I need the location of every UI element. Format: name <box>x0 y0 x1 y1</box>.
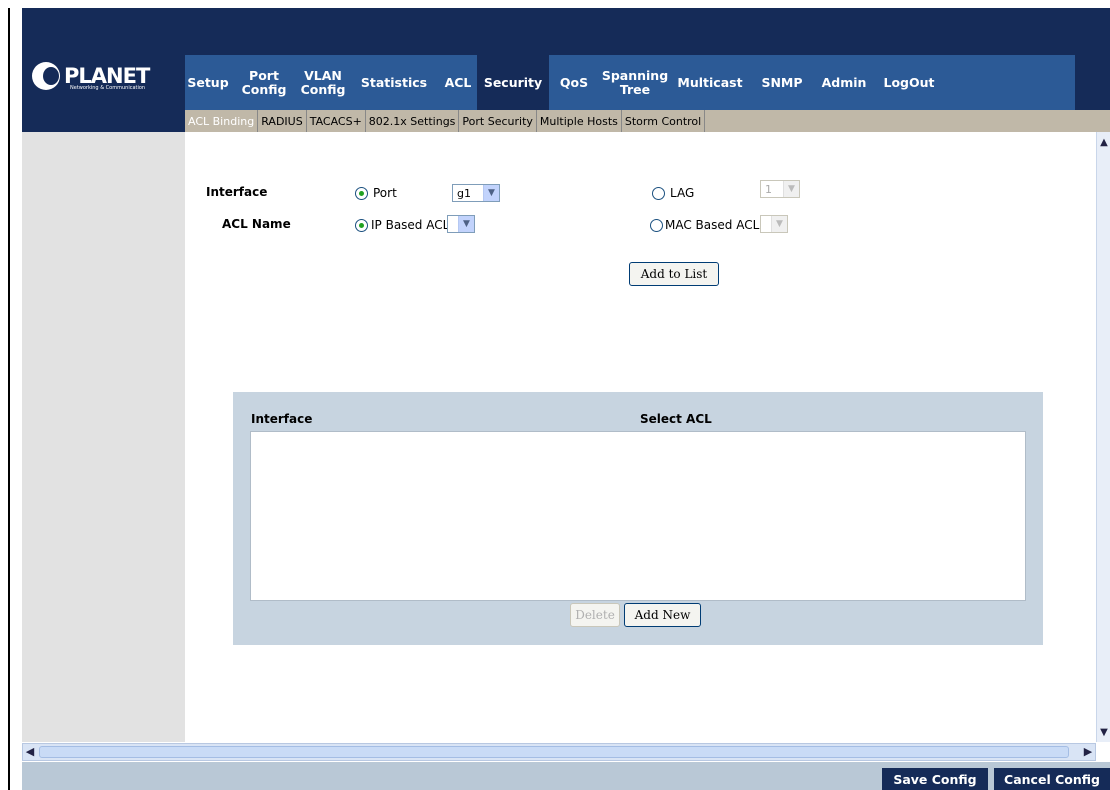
chevron-down-icon: ▼ <box>771 216 787 232</box>
lag-radio[interactable] <box>652 187 665 200</box>
window-edge <box>8 8 10 790</box>
column-header-select-acl: Select ACL <box>640 412 712 426</box>
sub-nav: ACL Binding RADIUS TACACS+ 802.1x Settings P… <box>185 110 1110 132</box>
subtab-802-1x-settings[interactable]: 802.1x Settings <box>366 110 460 132</box>
lag-radio-label: LAG <box>670 186 695 200</box>
brand-name: PLANET <box>64 64 150 88</box>
horizontal-scrollbar[interactable]: ◀ ▶ <box>22 743 1096 761</box>
nav-tab-vlan-config[interactable]: VLAN Config <box>297 55 349 110</box>
subtab-multiple-hosts[interactable]: Multiple Hosts <box>537 110 622 132</box>
subtab-port-security[interactable]: Port Security <box>459 110 537 132</box>
add-new-button[interactable]: Add New <box>624 603 701 627</box>
nav-tab-acl[interactable]: ACL <box>439 55 477 110</box>
chevron-down-icon: ▼ <box>458 216 474 232</box>
ip-based-acl-radio[interactable] <box>355 219 368 232</box>
nav-tab-port-config[interactable]: Port Config <box>231 55 297 110</box>
mac-based-acl-label: MAC Based ACL <box>665 218 760 232</box>
ip-acl-select[interactable]: ▼ <box>447 215 475 233</box>
port-radio[interactable] <box>355 187 368 200</box>
chevron-down-icon: ▼ <box>783 181 799 197</box>
brand-tagline: Networking & Communication <box>70 85 146 91</box>
acl-name-label: ACL Name <box>222 217 291 231</box>
lag-select-value: 1 <box>765 182 772 196</box>
interface-label: Interface <box>206 185 268 199</box>
acl-binding-list[interactable] <box>250 431 1026 601</box>
browser-frame: PLANET Networking & Communication Setup P… <box>0 0 1110 790</box>
nav-tab-multicast[interactable]: Multicast <box>671 55 749 110</box>
subtab-tacacs-[interactable]: TACACS+ <box>307 110 366 132</box>
nav-tab-statistics[interactable]: Statistics <box>349 55 439 110</box>
port-select[interactable]: g1 ▼ <box>452 184 500 202</box>
vertical-scrollbar[interactable]: ▲ ▼ <box>1096 132 1110 742</box>
mac-acl-select[interactable]: ▼ <box>760 215 788 233</box>
left-sidebar <box>22 132 185 742</box>
nav-tab-qos[interactable]: QoS <box>549 55 599 110</box>
lag-select[interactable]: 1 ▼ <box>760 180 800 198</box>
nav-tab-setup[interactable]: Setup <box>185 55 231 110</box>
nav-tab-logout[interactable]: LogOut <box>873 55 945 110</box>
save-config-button[interactable]: Save Config <box>882 768 988 790</box>
nav-tab-spanning-tree[interactable]: Spanning Tree <box>599 55 671 110</box>
subtab-storm-control[interactable]: Storm Control <box>622 110 706 132</box>
main-nav: Setup Port Config VLAN Config Statistics ACL… <box>185 55 1075 110</box>
scroll-right-icon[interactable]: ▶ <box>1081 744 1095 760</box>
nav-tab-security[interactable]: Security <box>477 55 549 110</box>
port-radio-label: Port <box>373 186 397 200</box>
planet-logo-icon <box>32 62 60 90</box>
scroll-down-icon[interactable]: ▼ <box>1098 726 1110 740</box>
ip-based-acl-label: IP Based ACL <box>371 218 450 232</box>
nav-tab-snmp[interactable]: SNMP <box>749 55 815 110</box>
mac-based-acl-radio[interactable] <box>650 219 663 232</box>
planet-logo: PLANET Networking & Communication <box>32 58 150 94</box>
scroll-up-icon[interactable]: ▲ <box>1098 136 1110 150</box>
cancel-config-button[interactable]: Cancel Config <box>994 768 1110 790</box>
scrollbar-thumb[interactable] <box>39 746 1069 758</box>
subtab-radius[interactable]: RADIUS <box>258 110 307 132</box>
scroll-left-icon[interactable]: ◀ <box>23 744 37 760</box>
chevron-down-icon: ▼ <box>483 185 499 201</box>
add-to-list-button[interactable]: Add to List <box>629 262 719 286</box>
subtab-acl-binding[interactable]: ACL Binding <box>185 110 259 132</box>
nav-tab-admin[interactable]: Admin <box>815 55 873 110</box>
column-header-interface: Interface <box>251 412 313 426</box>
delete-button[interactable]: Delete <box>570 603 620 627</box>
port-select-value: g1 <box>457 186 471 200</box>
